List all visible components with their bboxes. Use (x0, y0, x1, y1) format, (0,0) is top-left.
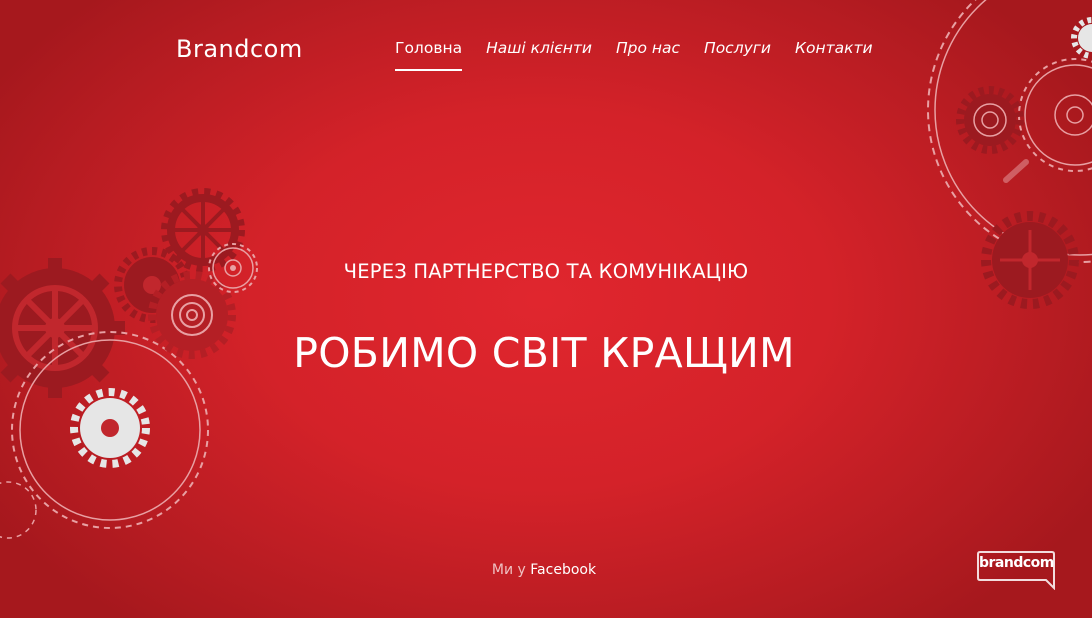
gear-icon (1071, 17, 1092, 59)
gear-icon (0, 481, 37, 539)
hero-headline: РОБИМО СВІТ КРАЩИМ (293, 329, 795, 378)
facebook-link[interactable]: Facebook (530, 562, 596, 578)
facebook-prefix: Ми у (491, 562, 526, 578)
brand-logo[interactable]: Brandcom (176, 35, 303, 63)
hero-subtitle-text: ЧЕРЕЗ ПАРТНЕРСТВО ТА КОМУНІКАЦІЮ (343, 260, 749, 283)
gear-icon (1018, 58, 1092, 172)
gear-icon (956, 86, 1024, 154)
main-nav: Головна Наші клієнти Про нас Послуги Кон… (395, 39, 873, 71)
gear-icon (70, 388, 150, 468)
nav-item-services[interactable]: Послуги (704, 39, 771, 71)
right-gear-cluster (927, 0, 1092, 309)
facebook-link-block: Ми у Facebook (0, 562, 1088, 578)
hero-subtitle: ЧЕРЕЗ ПАРТНЕРСТВО ТА КОМУНІКАЦІЮ (0, 260, 1092, 283)
nav-item-home[interactable]: Головна (395, 39, 463, 71)
corner-logo-text: brandcom (979, 555, 1054, 571)
decorative-gears (0, 0, 1092, 539)
nav-item-contacts[interactable]: Контакти (795, 39, 873, 71)
nav-item-about[interactable]: Про нас (616, 39, 680, 71)
nav-item-clients[interactable]: Наші клієнти (486, 39, 592, 71)
